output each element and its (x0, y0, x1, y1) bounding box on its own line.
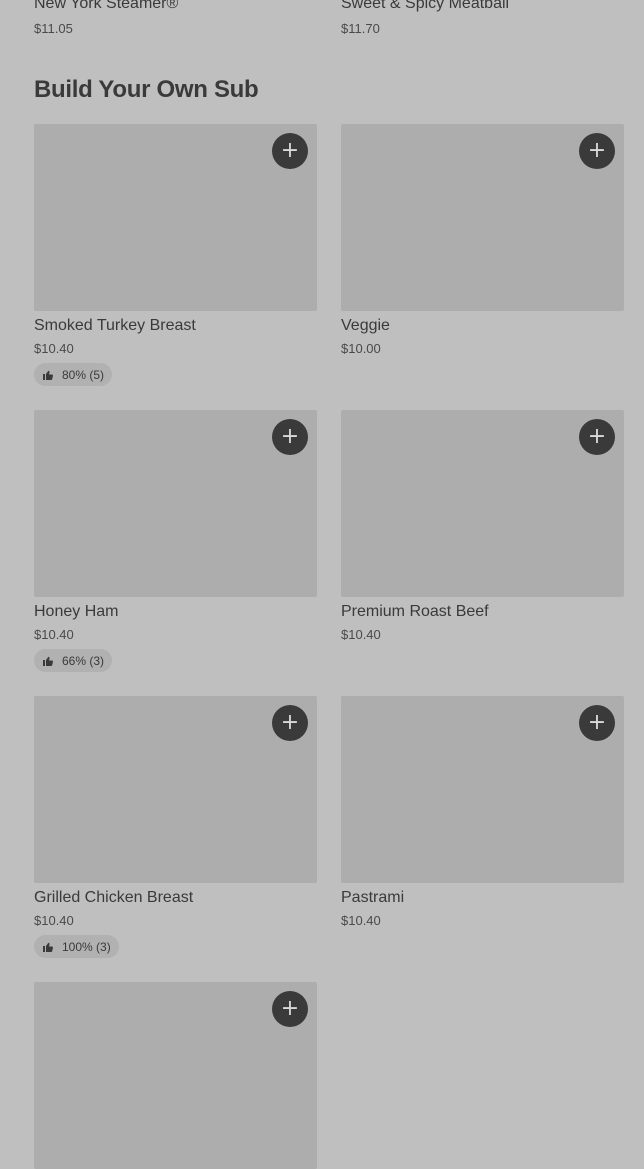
add-to-cart-button[interactable]: + (272, 133, 308, 169)
menu-item-sweet-spicy-meatball[interactable]: Sweet & Spicy Meatball $11.70 (341, 0, 509, 36)
rating-badge: 100% (3) (34, 935, 119, 958)
item-price: $10.40 (34, 627, 74, 642)
menu-item-card[interactable]: + Pastrami $10.40 (341, 696, 624, 929)
add-to-cart-button[interactable]: + (579, 705, 615, 741)
menu-item-card[interactable]: + Smoked Turkey Breast $10.40 80% (5) (34, 124, 317, 386)
item-image[interactable]: + (341, 410, 624, 597)
section-title: Build Your Own Sub (34, 76, 259, 103)
add-to-cart-button[interactable]: + (579, 133, 615, 169)
plus-icon: + (280, 996, 300, 1021)
rating-badge: 80% (5) (34, 363, 113, 386)
item-name: Smoked Turkey Breast (34, 317, 196, 334)
item-name: Sweet & Spicy Meatball (341, 0, 510, 12)
item-price: $10.40 (34, 341, 74, 356)
thumbs-up-icon (43, 942, 53, 952)
add-to-cart-button[interactable]: + (272, 991, 308, 1027)
rating-text: 66% (3) (62, 653, 105, 668)
add-to-cart-button[interactable]: + (272, 419, 308, 455)
plus-icon: + (587, 138, 607, 163)
item-image[interactable]: + (34, 982, 317, 1169)
rating-text: 80% (5) (62, 367, 105, 382)
plus-icon: + (280, 424, 300, 449)
menu-item-new-york-steamer[interactable]: New York Steamer® $11.05 (34, 0, 178, 36)
item-name: Premium Roast Beef (341, 603, 489, 620)
item-price: $10.40 (341, 627, 381, 642)
menu-item-card[interactable]: + Premium Roast Beef $10.40 (341, 410, 624, 643)
rating-badge: 66% (3) (34, 649, 113, 672)
menu-item-card[interactable]: + (34, 982, 317, 1169)
item-name: Grilled Chicken Breast (34, 889, 194, 906)
item-price: $10.00 (341, 341, 381, 356)
item-image[interactable]: + (34, 696, 317, 883)
add-to-cart-button[interactable]: + (272, 705, 308, 741)
plus-icon: + (587, 710, 607, 735)
plus-icon: + (280, 138, 300, 163)
item-price: $11.05 (34, 21, 73, 36)
menu-item-card[interactable]: + Veggie $10.00 (341, 124, 624, 357)
thumbs-up-icon (43, 656, 53, 666)
menu-item-card[interactable]: + Grilled Chicken Breast $10.40 100% (3) (34, 696, 317, 958)
item-price: $10.40 (34, 913, 74, 928)
rating-text: 100% (3) (62, 939, 111, 954)
item-name: Veggie (341, 317, 390, 334)
add-to-cart-button[interactable]: + (579, 419, 615, 455)
item-image[interactable]: + (34, 124, 317, 311)
plus-icon: + (587, 424, 607, 449)
item-price: $10.40 (341, 913, 381, 928)
item-image[interactable]: + (34, 410, 317, 597)
item-name: Pastrami (341, 889, 405, 906)
item-name: New York Steamer® (34, 0, 179, 12)
menu-item-card[interactable]: + Honey Ham $10.40 66% (3) (34, 410, 317, 672)
plus-icon: + (280, 710, 300, 735)
item-image[interactable]: + (341, 124, 624, 311)
item-price: $11.70 (341, 21, 380, 36)
thumbs-up-icon (43, 370, 53, 380)
item-name: Honey Ham (34, 603, 119, 620)
item-image[interactable]: + (341, 696, 624, 883)
